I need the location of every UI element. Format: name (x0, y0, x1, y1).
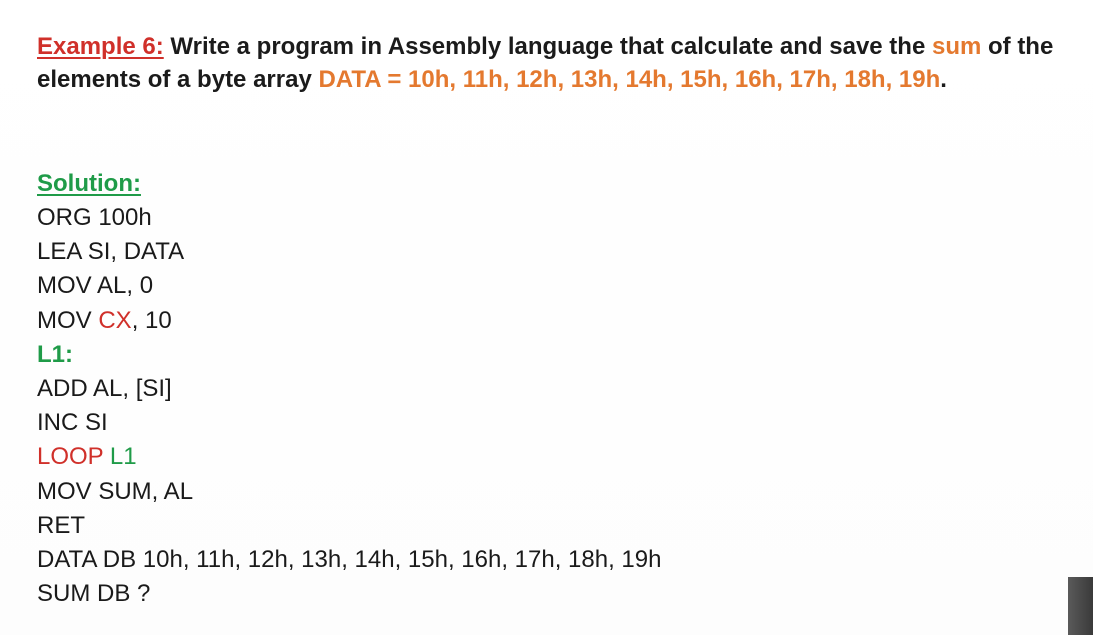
code-line-org: ORG 100h (37, 204, 152, 231)
code-label-l1: L1: (37, 340, 73, 368)
code-line-ret: RET (37, 511, 85, 539)
code-line-sum-db: SUM DB ? (37, 580, 151, 608)
sum-highlight: sum (931, 33, 982, 60)
code-line-add: ADD AL, [SI] (37, 375, 172, 403)
array-values: DATA = 10h, 11h, 12h, 13h, 14h, 15h, 16h… (318, 66, 941, 93)
code-line-mov-sum: MOV SUM, AL (37, 477, 194, 505)
loop-target: L1 (103, 443, 137, 471)
loop-keyword: LOOP (37, 443, 104, 471)
slide: Example 6: Write a program in Assembly l… (0, 0, 1093, 635)
mov-cx-prefix: MOV (37, 306, 99, 334)
code-line-lea: LEA SI, DATA (37, 238, 185, 266)
problem-statement: Example 6: Write a program in Assembly l… (37, 30, 1077, 96)
problem-text-part-1: Write a program in Assembly language tha… (163, 33, 932, 60)
mov-cx-suffix: , 10 (131, 306, 172, 334)
code-line-data-db: DATA DB 10h, 11h, 12h, 13h, 14h, 15h, 16… (37, 546, 662, 574)
code-line-inc: INC SI (37, 409, 108, 437)
code-listing: ORG 100h LEA SI, DATA MOV AL, 0 MOV CX, … (37, 201, 661, 611)
code-line-mov-al: MOV AL, 0 (37, 272, 154, 300)
corner-shadow-bar (1068, 577, 1093, 635)
example-label: Example 6: (37, 33, 164, 60)
code-line-loop: LOOP L1 (37, 440, 661, 474)
cx-register: CX (98, 306, 132, 334)
code-line-mov-cx: MOV CX, 10 (37, 304, 661, 338)
problem-period: . (940, 66, 947, 93)
solution-label: Solution: (37, 170, 141, 197)
